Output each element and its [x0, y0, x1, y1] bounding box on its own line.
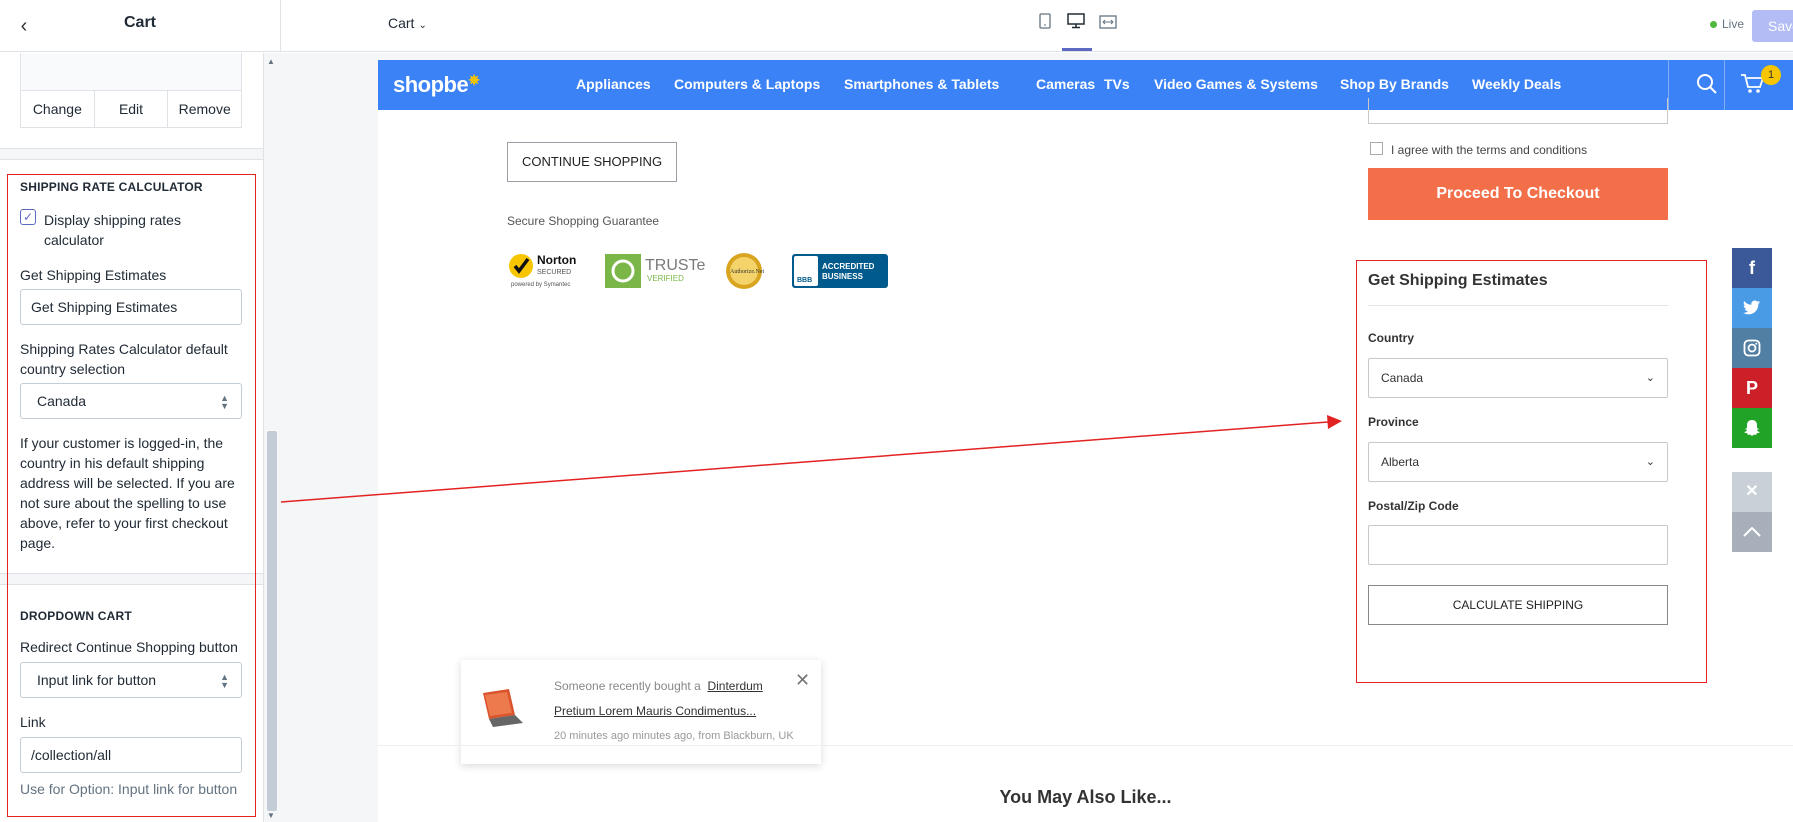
bbb-text: BBB [797, 277, 812, 284]
norton-text: Norton [537, 253, 576, 267]
live-label: Live [1722, 17, 1745, 31]
nav-separator [1668, 60, 1669, 110]
sun-icon: ✵ [468, 72, 480, 88]
popup-product-link[interactable]: Dinterdum [707, 679, 762, 693]
chevron-down-icon: ⌄ [418, 20, 427, 31]
bbb-business-text: BUSINESS [822, 272, 864, 281]
norton-badge: Norton SECURED powered by Symantec [507, 248, 587, 290]
divider [280, 0, 281, 52]
template-selector[interactable]: Cart ⌄ [388, 15, 427, 31]
live-status: Live [1710, 17, 1744, 31]
scrollbar-thumb[interactable] [267, 431, 277, 811]
scroll-down-icon[interactable]: ▼ [267, 811, 275, 820]
editor-topbar: ‹ Cart Cart⌄ Live Save [0, 0, 1793, 52]
laptop-thumbnail-icon[interactable] [479, 687, 527, 729]
snapchat-icon[interactable] [1732, 408, 1772, 448]
bbb-accredited-text: ACCREDITED [822, 262, 875, 271]
popup-prefix: Someone recently bought a [554, 679, 701, 693]
highlight-box-sidebar [7, 174, 256, 817]
store-logo-text: shopbe [393, 72, 469, 97]
nav-shop-by-brands[interactable]: Shop By Brands [1340, 76, 1449, 92]
remove-image-button[interactable]: Remove [168, 91, 241, 127]
recent-purchase-popup: Someone recently bought a Dinterdum Pret… [461, 660, 821, 764]
nav-tvs[interactable]: TVs [1104, 76, 1130, 92]
sidebar-scrollbar[interactable]: ▲ ▼ [263, 53, 279, 822]
search-icon[interactable] [1696, 73, 1718, 95]
popup-text-line2: Pretium Lorem Mauris Condimentus... [554, 704, 756, 718]
close-share-icon[interactable]: ✕ [1732, 472, 1772, 512]
pinterest-icon[interactable]: P [1732, 368, 1772, 408]
store-logo[interactable]: shopbe✵ [393, 72, 480, 98]
popup-product-link-2[interactable]: Pretium Lorem Mauris Condimentus... [554, 704, 756, 718]
back-to-top-icon[interactable] [1732, 512, 1772, 552]
truste-verified-text: VERIFIED [647, 274, 684, 283]
nav-weekly-deals[interactable]: Weekly Deals [1472, 76, 1561, 92]
secure-label: Secure Shopping Guarantee [507, 214, 660, 228]
section-divider [0, 148, 263, 160]
truste-text: TRUSTe [645, 257, 706, 274]
image-actions: Change Edit Remove [20, 90, 242, 128]
popup-meta: 20 minutes ago minutes ago, from Blackbu… [554, 730, 794, 742]
live-dot-icon [1710, 21, 1717, 29]
twitter-icon[interactable] [1732, 288, 1772, 328]
desktop-view-icon[interactable] [1064, 12, 1088, 36]
nav-video-games[interactable]: Video Games & Systems [1154, 76, 1318, 92]
cart-count-badge: 1 [1761, 65, 1781, 85]
you-may-also-like-heading: You May Also Like... [999, 787, 1172, 807]
bbb-badge: BBB ACCREDITED BUSINESS [792, 248, 888, 290]
norton-powered-text: powered by Symantec [511, 282, 570, 288]
sidebar-title: Cart [123, 14, 156, 31]
nav-computers[interactable]: Computers & Laptops [674, 76, 820, 92]
edit-image-button[interactable]: Edit [95, 91, 169, 127]
cart-note-textarea[interactable] [1368, 98, 1668, 124]
close-icon[interactable]: ✕ [795, 670, 810, 691]
nav-smartphones[interactable]: Smartphones & Tablets [844, 76, 999, 92]
popup-text-line1: Someone recently bought a Dinterdum [554, 679, 763, 693]
active-view-indicator [1062, 48, 1092, 51]
facebook-icon[interactable]: f [1732, 248, 1772, 288]
nav-separator [1724, 60, 1725, 110]
template-selector-label: Cart [388, 15, 415, 31]
terms-checkbox[interactable] [1370, 142, 1383, 155]
norton-secured-text: SECURED [537, 269, 571, 276]
scroll-up-icon[interactable]: ▲ [267, 57, 275, 66]
save-button[interactable]: Save [1752, 10, 1793, 42]
continue-shopping-button[interactable]: CONTINUE SHOPPING [507, 142, 677, 182]
proceed-to-checkout-button[interactable]: Proceed To Checkout [1368, 168, 1668, 220]
fullwidth-view-icon[interactable] [1096, 12, 1120, 36]
instagram-icon[interactable] [1732, 328, 1772, 368]
authorize-net-badge: Authorize.Net [719, 248, 769, 290]
image-preview [20, 53, 242, 91]
nav-appliances[interactable]: Appliances [576, 76, 651, 92]
authorize-text: Authorize.Net [730, 269, 764, 275]
truste-badge: TRUSTe VERIFIED [605, 248, 710, 290]
nav-cameras[interactable]: Cameras [1036, 76, 1095, 92]
mobile-view-icon[interactable] [1033, 12, 1057, 36]
highlight-box-estimates [1356, 260, 1707, 683]
terms-label: I agree with the terms and conditions [1391, 143, 1588, 157]
change-image-button[interactable]: Change [21, 91, 95, 127]
divider [378, 745, 1793, 746]
